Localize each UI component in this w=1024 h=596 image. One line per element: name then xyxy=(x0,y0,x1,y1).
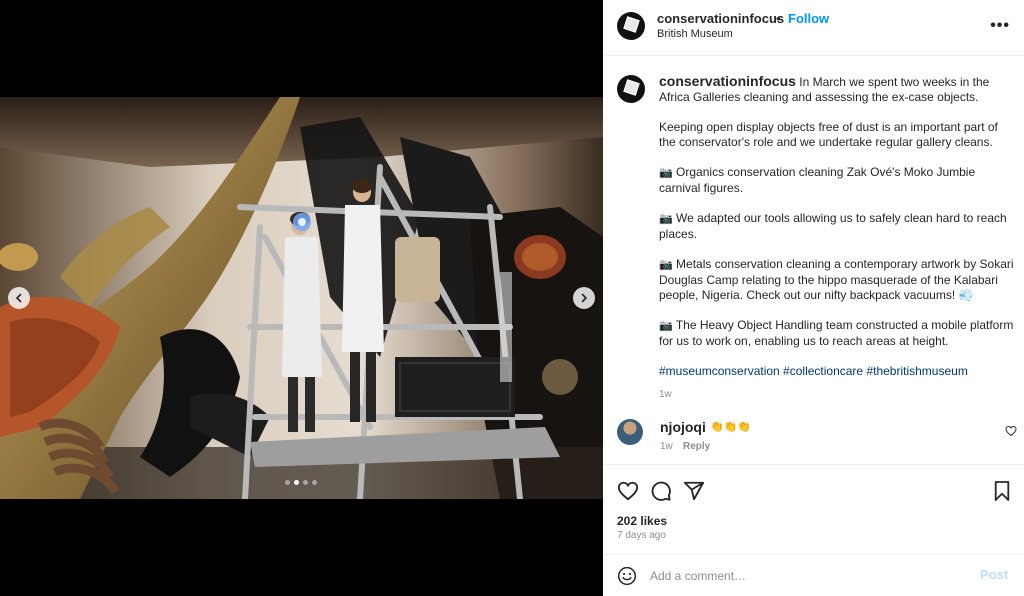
caption-item-4: The Heavy Object Handling team construct… xyxy=(659,318,1014,348)
chevron-left-icon xyxy=(15,293,22,303)
caption-paragraph: Keeping open display objects free of dus… xyxy=(659,120,998,149)
carousel-dot xyxy=(285,480,290,485)
commenter-avatar[interactable] xyxy=(617,419,643,445)
carousel-dot-active xyxy=(294,480,299,485)
comment-button[interactable] xyxy=(650,480,672,507)
comment-text: 👏👏👏 xyxy=(710,421,752,433)
action-bar: 202 likes 7 days ago xyxy=(603,464,1024,554)
header-bullet: • xyxy=(776,11,781,26)
post-comment-button[interactable]: Post xyxy=(980,567,1008,582)
header-username[interactable]: conservationinfocus xyxy=(657,11,784,26)
camera-icon: 📷 xyxy=(659,320,673,332)
share-button[interactable] xyxy=(683,480,705,507)
caption-avatar[interactable] xyxy=(617,75,645,103)
add-comment-bar: Post xyxy=(603,554,1024,596)
gallery-cleaning-photo xyxy=(0,97,603,499)
comment-bubble-icon xyxy=(651,481,671,501)
posted-time: 7 days ago xyxy=(617,530,666,541)
paper-plane-icon xyxy=(683,481,705,501)
hashtags[interactable]: #museumconservation #collectioncare #the… xyxy=(659,364,1015,379)
more-options-icon[interactable]: ••• xyxy=(990,17,1010,35)
location-link[interactable]: British Museum xyxy=(657,28,733,40)
heart-icon xyxy=(617,481,639,501)
save-button[interactable] xyxy=(993,480,1011,507)
commenter-username[interactable]: njojoqi xyxy=(660,419,706,435)
caption-item-3: Metals conservation cleaning a contempor… xyxy=(659,257,1014,302)
comment-input[interactable] xyxy=(650,565,950,587)
post-side-panel: conservationinfocus • Follow British Mus… xyxy=(603,0,1024,596)
caption-area: conservationinfocus In March we spent tw… xyxy=(603,57,1024,457)
chevron-right-icon xyxy=(581,293,588,303)
camera-icon: 📷 xyxy=(659,259,673,271)
caption-time: 1w xyxy=(659,389,672,400)
likes-count[interactable]: 202 likes xyxy=(617,514,667,528)
caption-item-2: We adapted our tools allowing us to safe… xyxy=(659,211,1007,241)
carousel-dot xyxy=(303,480,308,485)
previous-slide-button[interactable] xyxy=(8,287,30,309)
post-caption: conservationinfocus In March we spent tw… xyxy=(659,74,1015,402)
carousel-indicator xyxy=(285,480,317,485)
comment-like-button[interactable] xyxy=(1005,424,1017,442)
caption-username[interactable]: conservationinfocus xyxy=(659,73,796,89)
like-button[interactable] xyxy=(617,480,639,507)
reply-button[interactable]: Reply xyxy=(683,441,710,452)
follow-button[interactable]: Follow xyxy=(788,11,829,26)
next-slide-button[interactable] xyxy=(573,287,595,309)
bookmark-icon xyxy=(994,481,1010,501)
heart-icon xyxy=(1005,425,1017,437)
post-photo[interactable] xyxy=(0,97,603,499)
smiley-icon xyxy=(617,566,637,586)
carousel-dot xyxy=(312,480,317,485)
media-pane xyxy=(0,0,603,596)
camera-icon: 📷 xyxy=(659,213,673,225)
comment-time: 1w xyxy=(660,441,673,452)
account-avatar[interactable] xyxy=(617,12,645,40)
caption-item-1: Organics conservation cleaning Zak Ové's… xyxy=(659,165,976,195)
emoji-picker-button[interactable] xyxy=(617,566,637,591)
post-header: conservationinfocus • Follow British Mus… xyxy=(603,0,1024,56)
comment-item: njojoqi 👏👏👏 1w Reply xyxy=(617,419,1017,459)
camera-icon: 📷 xyxy=(659,167,673,179)
